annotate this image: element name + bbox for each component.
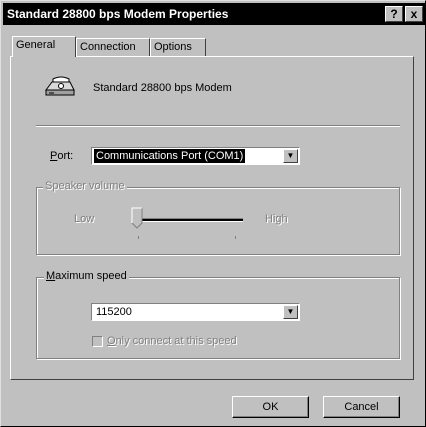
volume-slider-track[interactable] [139, 218, 243, 222]
ok-button[interactable]: OK [232, 396, 309, 418]
chevron-down-icon[interactable]: ▼ [283, 305, 298, 319]
volume-tick-low [138, 236, 139, 239]
tab-connection-label: Connection [80, 41, 136, 53]
chevron-down-icon[interactable]: ▼ [283, 149, 298, 163]
speed-dropdown[interactable]: 115200 ▼ [91, 303, 300, 321]
separator [36, 125, 400, 127]
volume-high-label: High [265, 213, 288, 225]
maximum-speed-title: Maximum speed [44, 270, 129, 282]
speed-value: 115200 [96, 306, 132, 318]
tab-connection[interactable]: Connection [76, 38, 150, 56]
title-bar[interactable]: Standard 28800 bps Modem Properties ? x [3, 3, 425, 25]
modem-name: Standard 28800 bps Modem [93, 82, 232, 94]
only-connect-checkbox[interactable] [92, 336, 103, 347]
modem-icon [45, 76, 75, 96]
close-button[interactable]: x [405, 6, 423, 22]
help-button[interactable]: ? [385, 6, 403, 22]
speaker-volume-title: Speaker volume [43, 180, 127, 192]
volume-slider-thumb[interactable] [131, 207, 143, 229]
tab-options[interactable]: Options [150, 38, 206, 56]
tab-general-label: General [16, 39, 56, 51]
tab-general[interactable]: General [12, 36, 76, 57]
volume-tick-high [235, 236, 236, 239]
only-connect-label: Only connect at this speed [107, 335, 237, 347]
port-dropdown[interactable]: Communications Port (COM1) ▼ [91, 147, 300, 165]
tab-options-label: Options [154, 41, 192, 53]
cancel-button[interactable]: Cancel [323, 396, 400, 418]
port-label: Port: [50, 150, 74, 162]
volume-low-label: Low [74, 213, 95, 225]
window-title: Standard 28800 bps Modem Properties [7, 7, 229, 21]
port-value: Communications Port (COM1) [94, 149, 246, 163]
